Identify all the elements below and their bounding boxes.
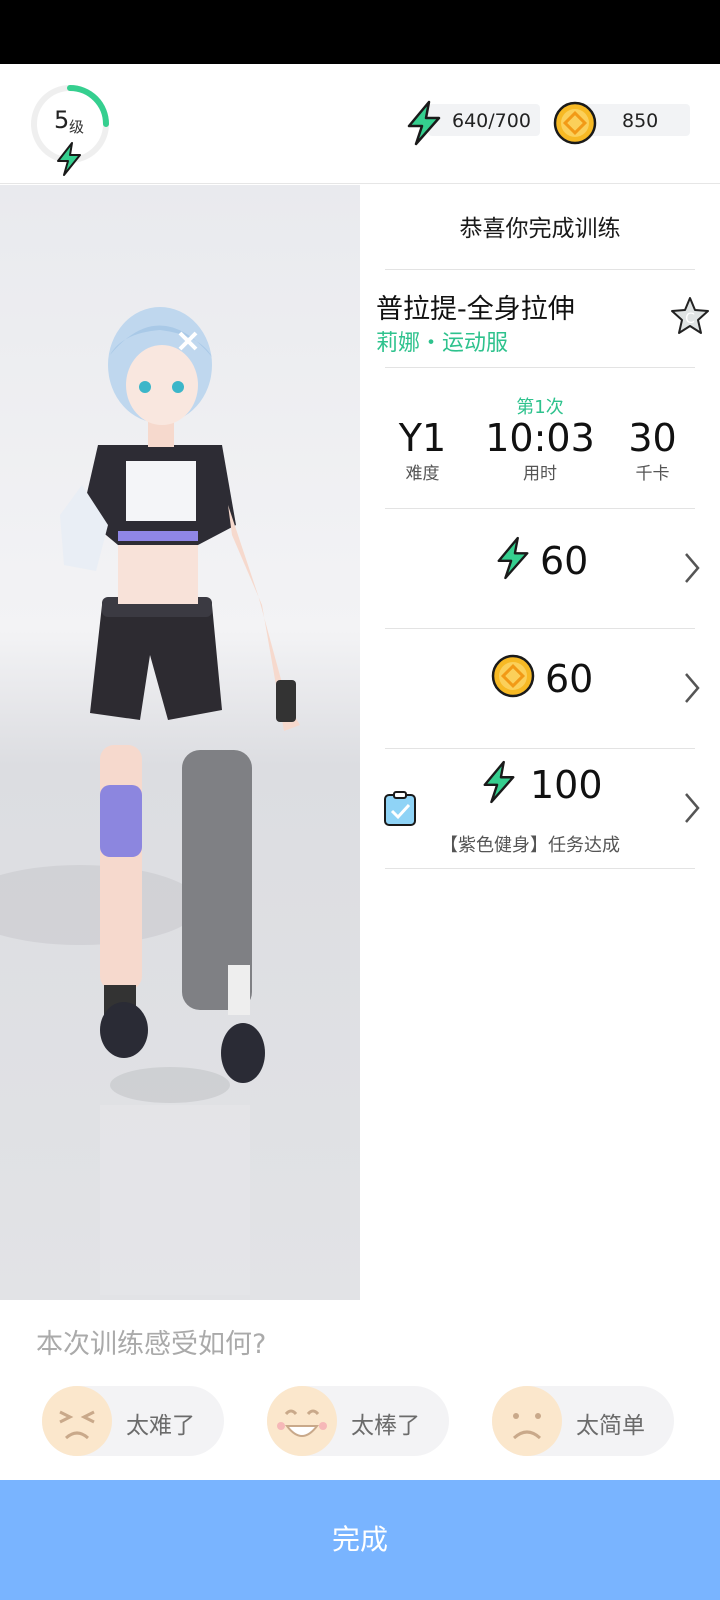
badge-letter: C — [685, 311, 695, 327]
reward-row-mission[interactable]: 100 【紫色健身】任务达成 — [360, 749, 720, 867]
character-illustration — [0, 307, 300, 1295]
congrats-title: 恭喜你完成训练 — [459, 216, 621, 242]
chevron-right-icon — [685, 553, 700, 583]
difficulty-label: 难度 — [405, 464, 440, 484]
divider — [385, 367, 695, 368]
sad-face-icon — [492, 1386, 562, 1456]
reward-value: 100 — [530, 763, 603, 807]
coin-icon — [553, 101, 597, 145]
energy-count: 640/700 — [452, 110, 531, 132]
happy-face-icon — [267, 1386, 337, 1456]
character-scene — [0, 185, 360, 1300]
top-header: 5 级 640/700 850 — [0, 64, 720, 184]
reward-value: 60 — [540, 539, 589, 583]
level-number: 5 — [54, 106, 70, 134]
divider — [385, 868, 695, 869]
energy-bolt-icon — [483, 760, 515, 804]
struggling-face-icon — [42, 1386, 112, 1456]
calories-value: 30 — [628, 416, 677, 460]
feedback-question: 本次训练感受如何? — [36, 1329, 267, 1360]
calories-label: 千卡 — [635, 464, 670, 484]
reward-row-energy[interactable]: 60 — [360, 509, 720, 627]
duration-value: 10:03 — [485, 416, 595, 460]
feedback-label: 太棒了 — [351, 1413, 420, 1439]
level-unit: 级 — [69, 118, 85, 136]
done-button[interactable]: 完成 — [0, 1480, 720, 1600]
reward-value: 60 — [545, 657, 594, 701]
stat-calories: 30 千卡 — [610, 415, 695, 484]
difficulty-value: Y1 — [398, 416, 447, 460]
feedback-label: 太难了 — [126, 1413, 195, 1439]
duration-label: 用时 — [523, 464, 557, 484]
divider — [385, 269, 695, 270]
status-bar — [0, 0, 720, 64]
coin-count: 850 — [622, 110, 659, 132]
coin-icon — [491, 654, 535, 698]
chevron-right-icon — [685, 793, 700, 823]
feedback-too-hard-button[interactable]: 太难了 — [42, 1386, 224, 1456]
chevron-right-icon — [685, 673, 700, 703]
stat-duration: 10:03 用时 — [465, 415, 615, 484]
feedback-label: 太简单 — [576, 1413, 645, 1439]
reward-row-coins[interactable]: 60 — [360, 629, 720, 747]
mission-note: 【紫色健身】任务达成 — [440, 835, 620, 856]
course-subtitle: 莉娜・运动服 — [376, 331, 509, 356]
clipboard-check-icon — [384, 791, 416, 826]
energy-bolt-icon — [497, 536, 529, 580]
energy-bolt-icon — [57, 142, 81, 176]
feedback-too-easy-button[interactable]: 太简单 — [492, 1386, 674, 1456]
course-title: 普拉提-全身拉伸 — [376, 294, 575, 325]
energy-bolt-icon — [407, 100, 441, 146]
star-grade-badge[interactable]: C — [668, 295, 712, 339]
stat-difficulty: Y1 难度 — [380, 415, 465, 484]
feedback-great-button[interactable]: 太棒了 — [267, 1386, 449, 1456]
